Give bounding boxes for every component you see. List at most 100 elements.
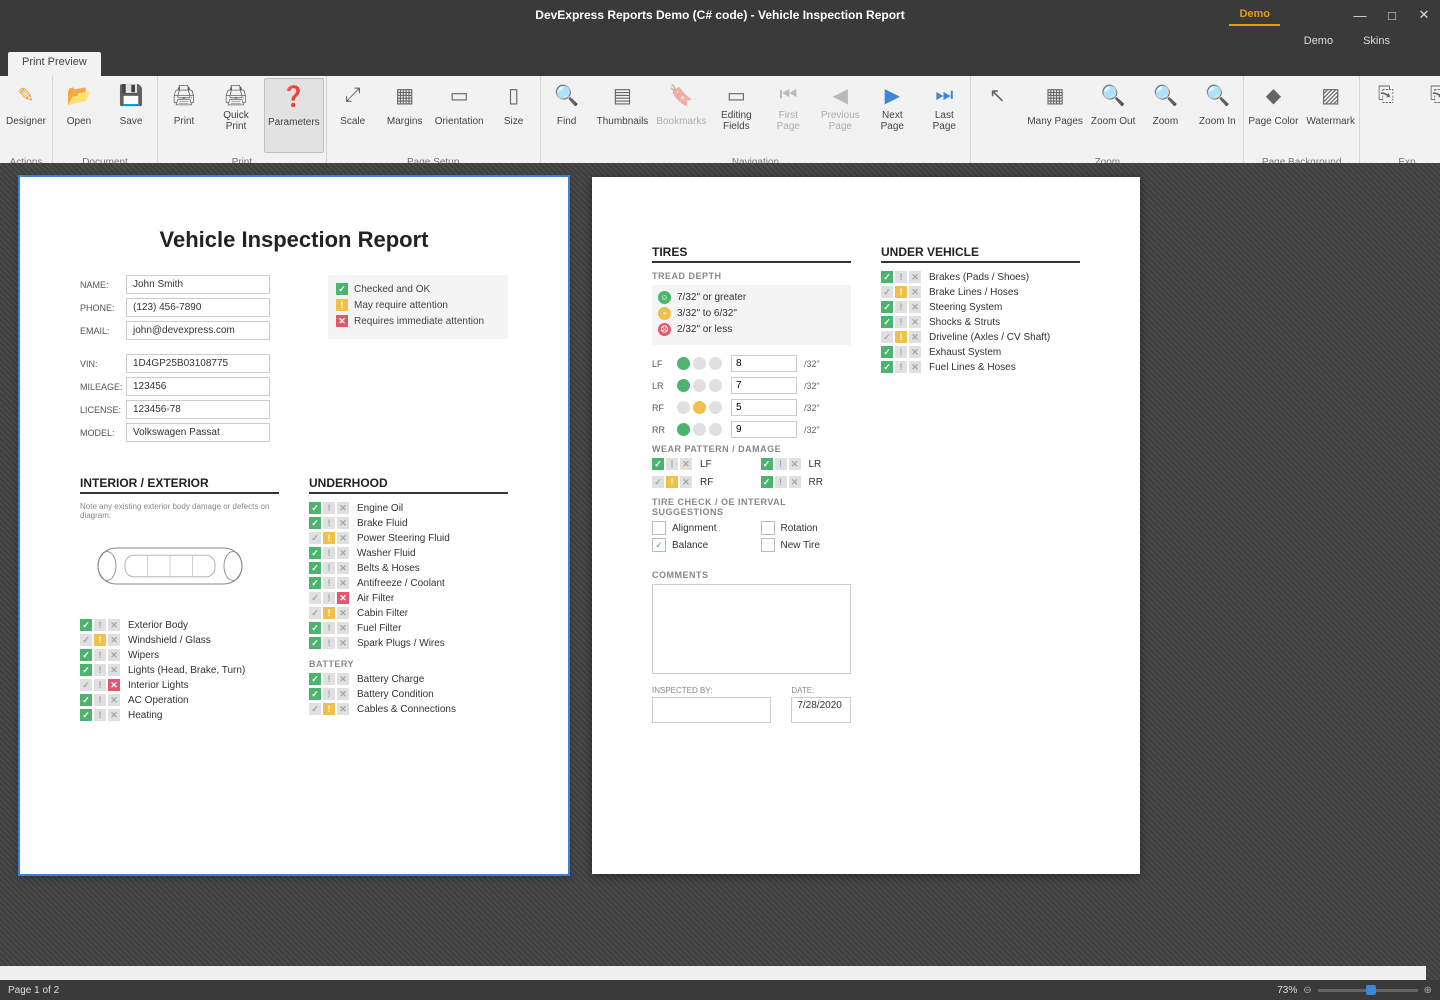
ribbon-designer-button[interactable]: ✎Designer bbox=[0, 76, 52, 155]
scale-label: Scale bbox=[340, 110, 365, 132]
ribbon-export1-button[interactable]: ⎘ bbox=[1360, 76, 1412, 155]
horizontal-scrollbar[interactable] bbox=[0, 966, 1426, 980]
check-warn-icon: ! bbox=[94, 649, 106, 661]
ribbon-zoom-button[interactable]: 🔍Zoom bbox=[1139, 76, 1191, 155]
titlebar: DevExpress Reports Demo (C# code) - Vehi… bbox=[0, 0, 1440, 30]
checkbox-new-tire[interactable] bbox=[761, 538, 775, 552]
ribbon-open-button[interactable]: 📂Open bbox=[53, 76, 105, 155]
app-title: DevExpress Reports Demo (C# code) - Vehi… bbox=[535, 8, 904, 22]
ribbon-editfields-button[interactable]: ▭Editing Fields bbox=[710, 76, 762, 155]
tread-pos: LR bbox=[652, 381, 674, 391]
zoom-slider[interactable] bbox=[1318, 989, 1418, 992]
check-bad-icon: ✕ bbox=[909, 271, 921, 283]
close-button[interactable]: ✕ bbox=[1412, 3, 1436, 27]
check-ok-icon: ✓ bbox=[80, 664, 92, 676]
check-bad-icon: ✕ bbox=[337, 673, 349, 685]
size-label: Size bbox=[504, 110, 523, 132]
firstpage-icon: ⏮ bbox=[775, 82, 801, 108]
maximize-button[interactable]: □ bbox=[1380, 3, 1404, 27]
field-label-vin: VIN: bbox=[80, 359, 126, 369]
tread-input-lr[interactable] bbox=[731, 377, 797, 394]
ribbon-pointer-button[interactable]: ↖ bbox=[971, 76, 1023, 155]
print-icon: 🖨 bbox=[171, 82, 197, 108]
field-mileage[interactable]: 123456 bbox=[126, 377, 270, 396]
checkbox-rotation[interactable] bbox=[761, 521, 775, 535]
ribbon-quickprint-button[interactable]: 🖨Quick Print bbox=[210, 76, 262, 155]
check-item: ✓!✕Air Filter bbox=[309, 592, 508, 604]
ribbon-size-button[interactable]: ▯Size bbox=[488, 76, 540, 155]
manypages-label: Many Pages bbox=[1027, 110, 1083, 132]
ribbon-orientation-button[interactable]: ▭Orientation bbox=[431, 76, 488, 155]
check-warn-icon: ! bbox=[94, 634, 106, 646]
field-vin[interactable]: 1D4GP25B03108775 bbox=[126, 354, 270, 373]
check-item-text: Shocks & Struts bbox=[929, 317, 1000, 328]
tread-input-rf[interactable] bbox=[731, 399, 797, 416]
ribbon-margins-button[interactable]: ▦Margins bbox=[379, 76, 431, 155]
check-item: ✓!✕Washer Fluid bbox=[309, 547, 508, 559]
check-item: ✓!✕Interior Lights bbox=[80, 679, 279, 691]
document-viewport[interactable]: Vehicle Inspection Report NAME:John Smit… bbox=[0, 163, 1440, 980]
checkbox-alignment[interactable] bbox=[652, 521, 666, 535]
field-phone[interactable]: (123) 456-7890 bbox=[126, 298, 270, 317]
ribbon-print-button[interactable]: 🖨Print bbox=[158, 76, 210, 155]
checkbox-balance[interactable]: ✓ bbox=[652, 538, 666, 552]
ribbon-find-button[interactable]: 🔍Find bbox=[541, 76, 593, 155]
open-icon: 📂 bbox=[66, 82, 92, 108]
report-page-2[interactable]: TIRES TREAD DEPTH ☺7/32" or greater•3/32… bbox=[592, 177, 1140, 874]
field-email[interactable]: john@devexpress.com bbox=[126, 321, 270, 340]
zoom-out-button[interactable]: ⊖ bbox=[1303, 985, 1311, 996]
check-bad-icon: ✕ bbox=[789, 476, 801, 488]
check-bad-icon: ✕ bbox=[337, 637, 349, 649]
date-label: DATE: bbox=[791, 686, 851, 695]
subtab-demo[interactable]: Demo bbox=[1304, 30, 1333, 52]
tread-input-lf[interactable] bbox=[731, 355, 797, 372]
check-item: ✓!✕Steering System bbox=[881, 301, 1080, 313]
tread-input-rr[interactable] bbox=[731, 421, 797, 438]
ribbon-zoomin-button[interactable]: 🔍Zoom In bbox=[1191, 76, 1243, 155]
field-license[interactable]: 123456-78 bbox=[126, 400, 270, 419]
check-bad-icon: ✕ bbox=[337, 547, 349, 559]
ribbon-nextpage-button[interactable]: ▶Next Page bbox=[866, 76, 918, 155]
comments-box[interactable] bbox=[652, 584, 851, 674]
minimize-button[interactable]: — bbox=[1348, 3, 1372, 27]
inspected-by-field[interactable] bbox=[652, 697, 771, 723]
check-item-text: Belts & Hoses bbox=[357, 563, 420, 574]
report-page-1[interactable]: Vehicle Inspection Report NAME:John Smit… bbox=[20, 177, 568, 874]
check-warn-icon: ! bbox=[323, 607, 335, 619]
check-ok-icon: ✓ bbox=[80, 679, 92, 691]
subtab-skins[interactable]: Skins bbox=[1363, 30, 1390, 52]
check-bad-icon: ✕ bbox=[789, 458, 801, 470]
check-warn-icon: ! bbox=[323, 517, 335, 529]
ribbon-thumbnails-button[interactable]: ▤Thumbnails bbox=[593, 76, 653, 155]
check-item-text: Brake Fluid bbox=[357, 518, 408, 529]
ribbon-save-button[interactable]: 💾Save bbox=[105, 76, 157, 155]
pointer-icon: ↖ bbox=[984, 82, 1010, 108]
demo-badge[interactable]: Demo bbox=[1229, 4, 1280, 26]
ribbon-lastpage-button[interactable]: ⏭Last Page bbox=[918, 76, 970, 155]
legend-box: ✓Checked and OK!May require attention✕Re… bbox=[328, 275, 508, 339]
ribbon-parameters-button[interactable]: ❓Parameters bbox=[264, 78, 324, 153]
ribbon-watermark-button[interactable]: ▨Watermark bbox=[1302, 76, 1359, 155]
ribbon-scale-button[interactable]: ⤢Scale bbox=[327, 76, 379, 155]
check-ok-icon: ✓ bbox=[309, 517, 321, 529]
zoom-in-button[interactable]: ⊕ bbox=[1424, 985, 1432, 996]
field-name[interactable]: John Smith bbox=[126, 275, 270, 294]
parameters-label: Parameters bbox=[268, 111, 320, 133]
zoomout-label: Zoom Out bbox=[1091, 110, 1135, 132]
tab-print-preview[interactable]: Print Preview bbox=[8, 52, 101, 76]
ribbon-pagecolor-button[interactable]: ◆Page Color bbox=[1244, 76, 1302, 155]
save-label: Save bbox=[120, 110, 143, 132]
check-warn-icon: ! bbox=[775, 476, 787, 488]
ribbon-manypages-button[interactable]: ▦Many Pages bbox=[1023, 76, 1087, 155]
check-warn-icon: ! bbox=[895, 331, 907, 343]
section-tires-title: TIRES bbox=[652, 245, 851, 263]
pagecolor-label: Page Color bbox=[1248, 110, 1298, 132]
check-item: ✓!✕Exhaust System bbox=[881, 346, 1080, 358]
field-model[interactable]: Volkswagen Passat bbox=[126, 423, 270, 442]
check-warn-icon: ! bbox=[323, 577, 335, 589]
date-field[interactable]: 7/28/2020 bbox=[791, 697, 851, 723]
ribbon-zoomout-button[interactable]: 🔍Zoom Out bbox=[1087, 76, 1139, 155]
zoom-label: Zoom bbox=[1153, 110, 1179, 132]
ribbon-export2-button[interactable]: ⎘ bbox=[1412, 76, 1440, 155]
check-item-text: Brake Lines / Hoses bbox=[929, 287, 1019, 298]
